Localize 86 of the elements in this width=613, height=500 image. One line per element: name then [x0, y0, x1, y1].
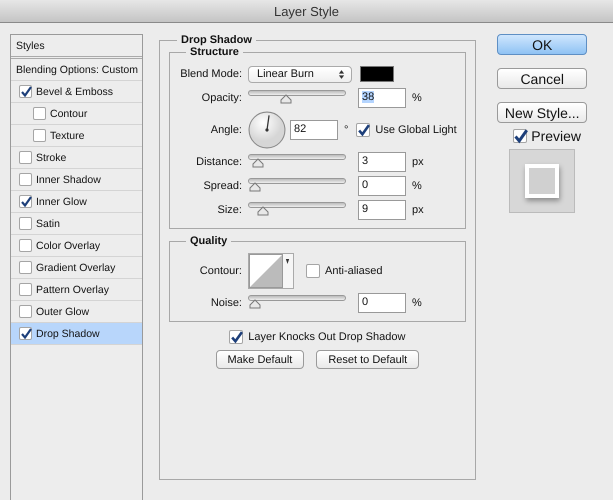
sidebar-item[interactable]: Contour [11, 103, 142, 125]
slider-thumb[interactable] [280, 94, 292, 104]
checkbox[interactable] [19, 239, 32, 252]
sidebar-item[interactable]: Inner Shadow [11, 169, 142, 191]
dropdown-arrow-icon [285, 258, 290, 265]
field-label: Distance: [195, 156, 242, 168]
checkbox[interactable] [513, 129, 528, 143]
angle-dial[interactable] [248, 111, 286, 149]
sidebar-item-label: Satin [36, 218, 60, 230]
field-label: Blend Mode: [179, 68, 242, 80]
unit-label: px [412, 204, 424, 216]
slider-thumb[interactable] [256, 206, 269, 216]
window-title: Layer Style [274, 4, 340, 18]
sidebar-item-label: Contour [50, 108, 88, 120]
sidebar-item[interactable]: Gradient Overlay [11, 257, 142, 279]
group-title: Structure [189, 46, 240, 58]
sidebar-header[interactable]: Styles [11, 35, 142, 59]
field-label: Size: [216, 204, 242, 216]
sidebar-item[interactable]: Texture [11, 125, 142, 147]
unit-label: ° [344, 124, 348, 136]
checkbox[interactable] [19, 151, 32, 164]
stepper-icon [338, 68, 345, 80]
checkbox-label: Use Global Light [375, 124, 457, 136]
panel-title: Drop Shadow [180, 34, 253, 46]
checkbox[interactable] [19, 173, 32, 186]
sidebar-item-label: Texture [50, 130, 84, 142]
sidebar-item-label: Bevel & Emboss [36, 86, 114, 98]
sidebar-item[interactable]: Bevel & Emboss [11, 81, 142, 103]
checkbox[interactable] [19, 305, 32, 318]
blend-mode-dropdown[interactable]: Linear Burn [248, 66, 352, 82]
field-label: Opacity: [200, 92, 242, 104]
checkbox[interactable] [229, 330, 244, 344]
unit-label: % [412, 92, 422, 104]
sidebar-item[interactable]: Inner Glow [11, 191, 142, 213]
slider-thumb[interactable] [249, 182, 261, 192]
sidebar-item[interactable]: Color Overlay [11, 235, 142, 257]
checkbox[interactable] [19, 261, 32, 274]
value-field[interactable]: 9 [358, 200, 406, 220]
contour-picker[interactable] [248, 253, 294, 289]
field-label: Contour: [198, 265, 242, 277]
checkbox[interactable] [33, 129, 46, 142]
checkbox[interactable] [19, 85, 32, 98]
angle-field[interactable]: 82 [290, 120, 338, 140]
checkbox-label: Preview [531, 128, 582, 144]
sidebar-item-label: Inner Glow [36, 196, 87, 208]
sidebar-item-label: Outer Glow [36, 306, 90, 318]
sidebar-item[interactable]: Pattern Overlay [11, 279, 142, 301]
sidebar-item[interactable]: Drop Shadow [11, 323, 142, 345]
checkbox[interactable] [19, 195, 32, 208]
field-label: Spread: [202, 180, 242, 192]
sidebar-header[interactable]: Blending Options: Custom [11, 59, 142, 81]
slider-thumb[interactable] [249, 299, 261, 309]
color-swatch[interactable] [360, 66, 394, 82]
value-field[interactable]: 0 [358, 176, 406, 196]
dialog-button[interactable]: New Style... [497, 102, 588, 123]
checkbox-label: Anti-aliased [325, 265, 382, 277]
sidebar-item-label: Drop Shadow [36, 328, 100, 340]
unit-label: % [412, 180, 422, 192]
sidebar-item-label: Gradient Overlay [36, 262, 116, 274]
sidebar-item[interactable]: Stroke [11, 147, 142, 169]
sidebar-item-label: Stroke [36, 152, 66, 164]
value-field[interactable]: 3 [358, 152, 406, 172]
slider-thumb[interactable] [252, 158, 264, 168]
checkbox[interactable] [306, 264, 320, 278]
dialog-button[interactable]: OK [497, 34, 588, 55]
checkbox-label: Layer Knocks Out Drop Shadow [248, 331, 406, 343]
sidebar-item-label: Color Overlay [36, 240, 100, 252]
checkbox[interactable] [19, 283, 32, 296]
checkbox[interactable] [33, 107, 46, 120]
panel-button[interactable]: Make Default [216, 350, 304, 369]
checkbox[interactable] [356, 123, 370, 137]
group-title: Quality [189, 235, 228, 247]
field-label: Angle: [210, 124, 242, 136]
sidebar-item[interactable]: Satin [11, 213, 142, 235]
checkbox[interactable] [19, 217, 32, 230]
value-field[interactable]: 0 [358, 293, 406, 313]
style-preview [509, 149, 576, 213]
panel-button[interactable]: Reset to Default [316, 350, 420, 369]
unit-label: % [412, 297, 422, 309]
field-label: Noise: [210, 297, 242, 309]
sidebar-item-label: Inner Shadow [36, 174, 101, 186]
value-field[interactable]: 38 [358, 88, 406, 108]
sidebar-item-label: Pattern Overlay [36, 284, 109, 296]
checkbox[interactable] [19, 327, 32, 340]
unit-label: px [412, 156, 424, 168]
dialog-button[interactable]: Cancel [497, 68, 588, 89]
